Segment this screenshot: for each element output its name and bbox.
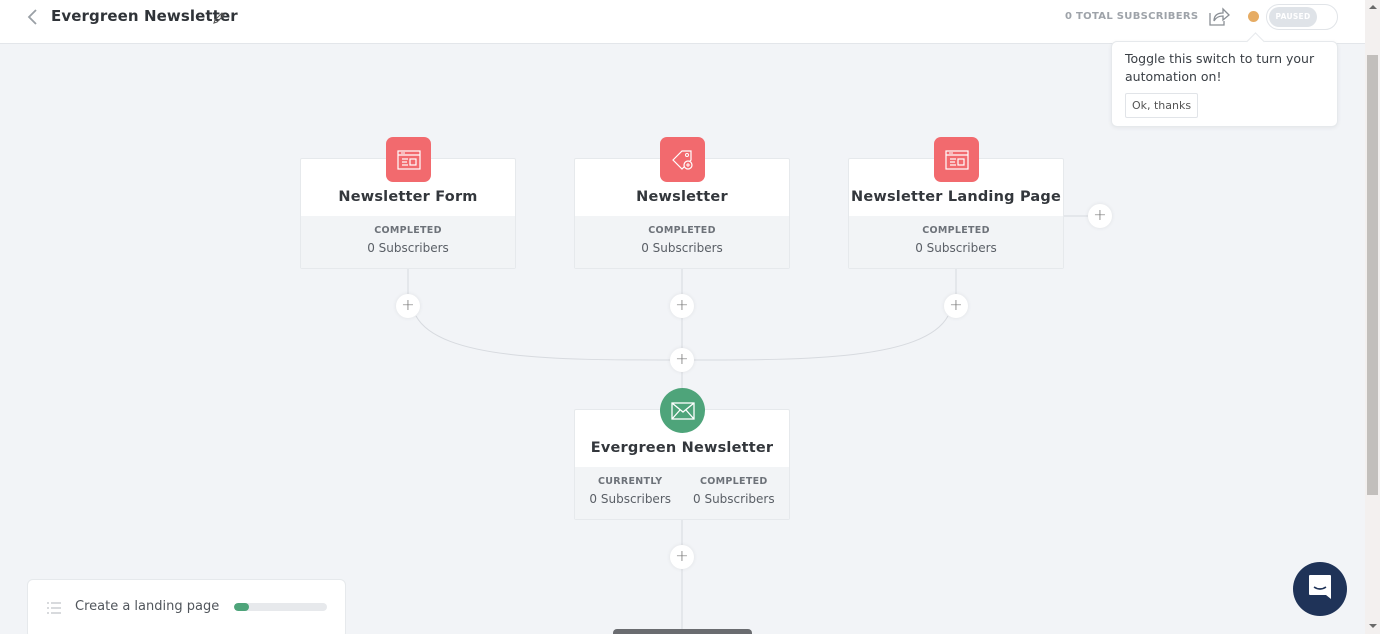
ok-thanks-button[interactable]: Ok, thanks <box>1125 93 1198 118</box>
form-icon <box>386 137 431 182</box>
card-stats: COMPLETED 0 Subscribers <box>575 216 789 268</box>
onboarding-checklist[interactable]: Create a landing page <box>27 579 346 634</box>
card-stats: CURRENTLY 0 Subscribers COMPLETED 0 Subs… <box>575 467 789 519</box>
chat-icon <box>1307 573 1333 605</box>
bottom-node-peek[interactable] <box>613 629 752 634</box>
vertical-scrollbar[interactable] <box>1365 0 1380 634</box>
add-step-button[interactable]: + <box>670 294 694 318</box>
checklist-progress-fill <box>234 603 249 611</box>
stat-label: COMPLETED <box>700 476 768 487</box>
toggle-tooltip: Toggle this switch to turn your automati… <box>1111 41 1338 127</box>
scroll-down-arrow-icon[interactable] <box>1369 624 1377 628</box>
status-dot <box>1248 11 1259 22</box>
add-step-button[interactable]: + <box>670 348 694 372</box>
scrollbar-thumb[interactable] <box>1367 55 1378 495</box>
stat-label: CURRENTLY <box>598 476 663 487</box>
automation-toggle[interactable]: PAUSED <box>1266 4 1338 30</box>
stat-value: 0 Subscribers <box>693 492 775 506</box>
stat-value: 0 Subscribers <box>589 492 671 506</box>
chat-launcher-button[interactable] <box>1293 562 1347 616</box>
back-chevron-icon[interactable] <box>22 6 44 28</box>
stat-label: COMPLETED <box>648 225 716 236</box>
stat-label: COMPLETED <box>374 225 442 236</box>
checklist-icon <box>46 600 62 614</box>
toggle-state-label: PAUSED <box>1269 7 1317 27</box>
total-subscribers: 0 TOTAL SUBSCRIBERS <box>1065 11 1199 22</box>
top-bar: Evergreen Newsletter 0 TOTAL SUBSCRIBERS… <box>0 0 1365 44</box>
add-step-button[interactable]: + <box>670 545 694 569</box>
add-step-button[interactable]: + <box>396 294 420 318</box>
card-stats: COMPLETED 0 Subscribers <box>301 216 515 268</box>
card-stats: COMPLETED 0 Subscribers <box>849 216 1063 268</box>
tag-icon <box>660 137 705 182</box>
checklist-progress-bar <box>234 603 327 611</box>
stat-value: 0 Subscribers <box>641 241 723 255</box>
stat-value: 0 Subscribers <box>915 241 997 255</box>
scroll-up-arrow-icon[interactable] <box>1369 5 1377 9</box>
add-step-button[interactable]: + <box>944 294 968 318</box>
tooltip-text: Toggle this switch to turn your automati… <box>1125 51 1315 84</box>
stat-label: COMPLETED <box>922 225 990 236</box>
automation-title: Evergreen Newsletter <box>51 7 238 25</box>
landing-page-icon <box>934 137 979 182</box>
share-icon[interactable] <box>1208 7 1230 27</box>
stat-value: 0 Subscribers <box>367 241 449 255</box>
edit-pencil-icon[interactable] <box>212 10 226 24</box>
add-entry-point-button[interactable]: + <box>1088 204 1112 228</box>
envelope-icon <box>660 388 705 433</box>
checklist-label: Create a landing page <box>75 599 220 614</box>
